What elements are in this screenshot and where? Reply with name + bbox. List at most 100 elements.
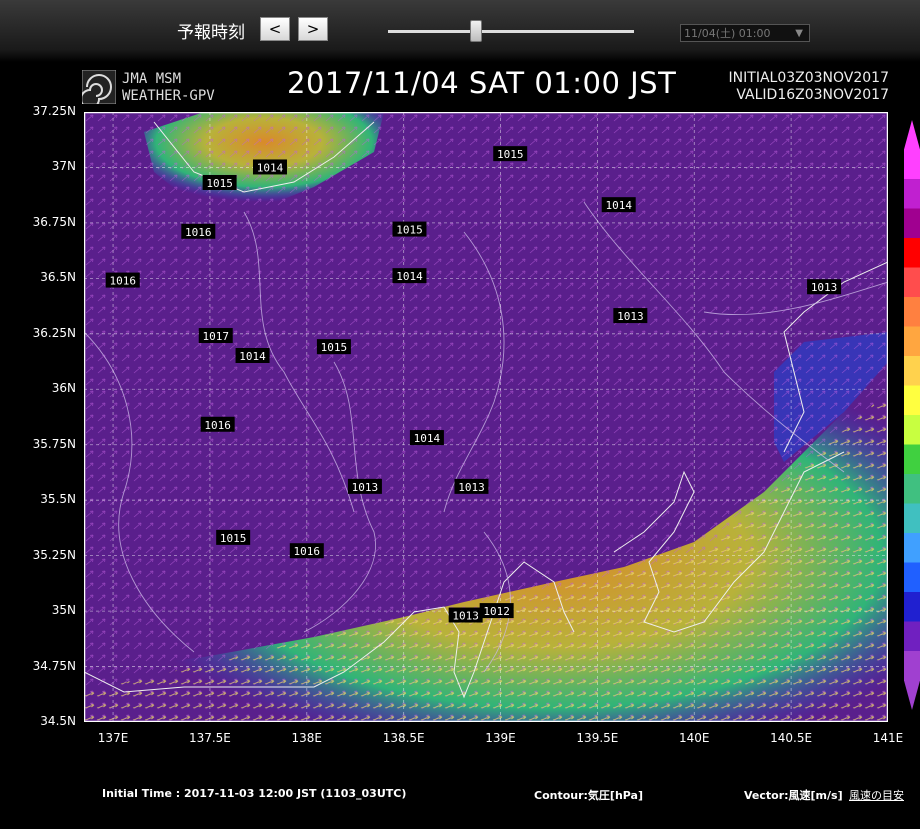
lon-tick-label: 138.5E	[382, 731, 425, 745]
chevron-down-icon: ▼	[795, 28, 803, 39]
isobar-label: 1015	[392, 221, 427, 237]
colorbar-swatch	[904, 238, 920, 268]
isobar-label: 1015	[216, 529, 251, 545]
isobar-label: 1016	[200, 416, 235, 432]
isobar-label: 1015	[316, 339, 351, 355]
top-toolbar: 予報時刻 < > 11/04(土) 01:00 ▼	[0, 0, 920, 62]
lat-tick-label: 35.5N	[40, 492, 76, 507]
colorbar-swatch	[904, 385, 920, 416]
isobar-label-text: 1015	[206, 177, 233, 190]
initial-run: INITIAL03Z03NOV2017	[728, 70, 889, 86]
isobar-label-text: 1015	[220, 532, 247, 545]
isobar-label: 1013	[454, 478, 489, 494]
valid-datetime-title: 2017/11/04 SAT 01:00 JST	[287, 66, 677, 100]
isobar-label-text: 1014	[414, 432, 441, 445]
lat-tick-label: 37.25N	[32, 104, 76, 118]
isobar-label-text: 1015	[497, 148, 524, 161]
colorbar-swatch	[904, 444, 920, 475]
time-select[interactable]: 11/04(土) 01:00 ▼	[680, 24, 810, 42]
lat-tick-label: 36.25N	[32, 325, 76, 340]
colorbar-swatch	[904, 297, 920, 327]
lat-tick-label: 37N	[51, 159, 76, 174]
time-slider-thumb[interactable]	[469, 20, 482, 42]
lon-tick-label: 140E	[679, 731, 710, 745]
isobar-label: 1012	[479, 603, 514, 619]
isobar-label-text: 1015	[321, 341, 348, 354]
isobar-label: 1016	[181, 223, 216, 239]
colorbar-swatch	[904, 208, 920, 239]
colorbar-swatch	[904, 326, 920, 357]
lon-tick-label: 138E	[291, 731, 323, 745]
weather-map: 1015 1014 1015 1014 1016 1015 1016 1014 1013 1013…	[84, 112, 888, 722]
lat-tick-label: 34.5N	[40, 714, 76, 728]
isobar-label-text: 1013	[458, 481, 485, 494]
isobar-label: 1015	[493, 146, 528, 162]
isobar-label-text: 1014	[396, 270, 423, 283]
isobar-label-text: 1012	[483, 605, 510, 618]
isobar-label-text: 1013	[811, 281, 838, 294]
isobar-label-text: 1015	[396, 224, 423, 237]
lat-tick-label: 36N	[51, 381, 76, 396]
isobar-label-text: 1016	[204, 419, 231, 432]
colorbar-swatch	[904, 533, 920, 563]
lat-tick-label: 36.5N	[40, 270, 76, 285]
brand-line-2: WEATHER-GPV	[122, 88, 215, 104]
isobar-label-text: 1014	[605, 199, 632, 212]
isobar-label-text: 1014	[257, 161, 284, 174]
wind-guide-link[interactable]: 風速の目安	[849, 789, 904, 802]
contour-legend: Contour:気圧[hPa]	[534, 789, 644, 802]
time-slider[interactable]	[388, 20, 634, 42]
lat-tick-label: 35N	[51, 603, 76, 618]
colorbar-swatch	[904, 415, 920, 445]
lon-tick-label: 139.5E	[576, 731, 619, 745]
isobar-label: 1014	[252, 159, 287, 175]
lon-tick-label: 140.5E	[770, 731, 813, 745]
colorbar-swatch	[904, 474, 920, 504]
run-info: INITIAL03Z03NOV2017 VALID16Z03NOV2017	[729, 70, 889, 104]
colorbar-swatch	[904, 179, 920, 209]
lat-tick-label: 34.75N	[32, 658, 76, 673]
colorbar-tip-top	[904, 120, 920, 150]
initial-time-label: Initial Time : 2017-11-03 12:00 JST (110…	[102, 787, 407, 800]
isobar-label: 1013	[347, 478, 382, 494]
isobar-label-text: 1013	[352, 481, 379, 494]
vector-legend: Vector:風速[m/s]	[744, 789, 843, 802]
isobar-label: 1013	[448, 607, 483, 623]
isobar-label: 1014	[392, 268, 427, 284]
colorbar-swatch	[904, 562, 920, 593]
lat-tick-label: 35.25N	[32, 547, 76, 562]
colorbar-swatch	[904, 503, 920, 534]
isobar-label-text: 1017	[202, 330, 229, 343]
colorbar-swatch	[904, 149, 920, 180]
isobar-label: 1016	[289, 543, 324, 559]
brand-line-1: JMA MSM	[122, 71, 182, 87]
isobar-label: 1014	[235, 348, 270, 363]
colorbar-swatch	[904, 267, 920, 298]
isobar-label: 1016	[105, 272, 140, 288]
isobar-label-text: 1013	[452, 610, 479, 623]
next-button[interactable]: >	[298, 17, 328, 41]
lon-tick-label: 137E	[97, 731, 129, 745]
colorbar-tip-bottom	[904, 680, 920, 710]
lon-tick-label: 137.5E	[188, 731, 231, 745]
lon-tick-label: 139E	[485, 731, 516, 745]
valid-run: VALID16Z03NOV2017	[736, 87, 889, 103]
isobar-label-text: 1013	[617, 310, 644, 323]
isobar-label-text: 1016	[294, 545, 321, 558]
isobar-label: 1014	[409, 430, 444, 446]
jma-logo-icon	[82, 70, 116, 104]
colorbar-swatch	[904, 651, 920, 681]
isobar-label-text: 1016	[109, 275, 135, 288]
isobar-label: 1014	[601, 197, 636, 213]
colorbar-swatch	[904, 356, 920, 386]
lat-tick-label: 36.75N	[32, 214, 76, 229]
time-select-value: 11/04(土) 01:00	[684, 27, 771, 40]
prev-button[interactable]: <	[260, 17, 290, 41]
colorbar-swatch	[904, 592, 920, 622]
isobar-label-text: 1016	[185, 226, 212, 239]
colorbar-swatch	[904, 621, 920, 652]
brand-text: JMA MSM WEATHER-GPV	[122, 71, 215, 105]
wind-speed-colorbar	[904, 120, 920, 710]
isobar-label: 1017	[198, 328, 233, 344]
forecast-time-label: 予報時刻	[177, 23, 245, 43]
